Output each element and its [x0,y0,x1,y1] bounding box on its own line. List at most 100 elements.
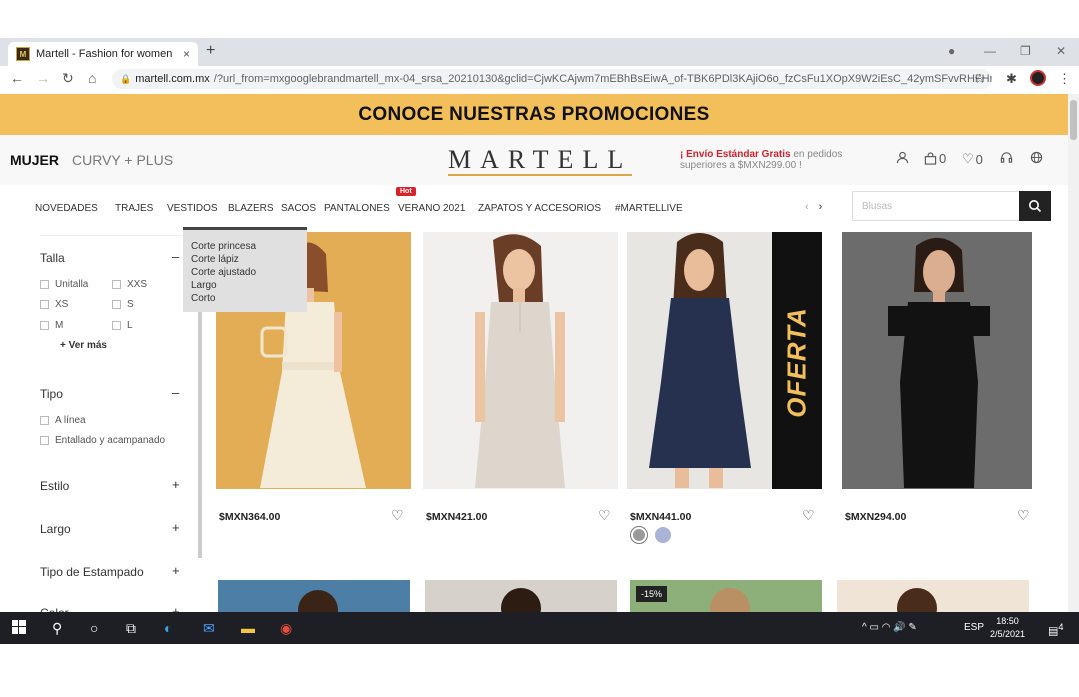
url-field[interactable]: 🔒 martell.com.mx/?url_from=mxgooglebrand… [112,69,992,89]
minimize-icon[interactable]: — [984,44,996,58]
chrome-icon[interactable]: ◉ [280,620,292,637]
filter-tipo-title[interactable]: Tipo [40,387,63,401]
nav-zapatos-accesorios[interactable]: ZAPATOS Y ACCESORIOS [478,203,601,214]
tipo-option[interactable]: Entallado y acampanado [40,435,165,446]
martell-favicon-icon: M [16,47,30,61]
dropdown-item-corte-ajustado[interactable]: Corte ajustado [191,266,299,279]
filter-estilo-title[interactable]: Estilo [40,479,69,493]
color-swatch-grey[interactable] [631,527,647,543]
forward-icon[interactable]: → [36,70,50,86]
filter-estilo-toggle[interactable]: + [172,477,180,492]
talla-option[interactable]: L [112,320,133,331]
checkbox[interactable] [112,280,121,289]
product-image[interactable]: OFERTA [627,232,822,489]
cart-button[interactable]: 0 [924,151,946,166]
checkbox[interactable] [40,436,49,445]
mail-icon[interactable]: ✉ [203,620,215,637]
nav-verano-2021[interactable]: VERANO 2021 [398,203,465,214]
nav-trajes[interactable]: TRAJES [115,203,153,214]
product-image-row2[interactable] [218,580,410,612]
search-input[interactable]: Blusas [852,191,1020,221]
checkbox[interactable] [40,280,49,289]
product-image-row2[interactable]: -15% [630,580,822,612]
talla-option[interactable]: Unitalla [40,279,88,290]
filter-estampado-title[interactable]: Tipo de Estampado [40,565,144,579]
url-host: martell.com.mx [135,73,210,85]
extensions-icon[interactable]: ✱ [1006,71,1017,87]
cortana-icon[interactable]: ○ [90,620,98,636]
product-image-row2[interactable] [837,580,1029,612]
talla-option[interactable]: S [112,299,134,310]
nav-martellive[interactable]: #MARTELLIVE [615,203,683,214]
checkbox[interactable] [40,300,49,309]
menu-kebab-icon[interactable]: ⋮ [1058,71,1071,87]
filter-largo-toggle[interactable]: + [172,520,180,535]
profile-dot-icon[interactable]: ● [948,44,955,58]
windows-start-icon[interactable] [12,620,26,637]
nav-vestidos[interactable]: VESTIDOS [167,203,218,214]
checkbox[interactable] [40,321,49,330]
product-image[interactable] [423,232,618,489]
checkbox[interactable] [112,321,121,330]
wishlist-heart-icon[interactable]: ♡ [1017,507,1030,524]
filter-largo-title[interactable]: Largo [40,522,71,536]
notification-icon[interactable]: ▤4 [1048,622,1064,638]
language-indicator[interactable]: ESP [964,622,984,633]
new-tab-button[interactable]: + [206,42,215,60]
tipo-option[interactable]: A línea [40,415,86,426]
account-icon[interactable] [896,151,909,164]
browser-tab[interactable]: M Martell - Fashion for women × [8,42,198,66]
profile-avatar[interactable] [1030,70,1046,86]
talla-option[interactable]: XS [40,299,68,310]
tab-close-icon[interactable]: × [183,47,190,61]
checkbox[interactable] [112,300,121,309]
dropdown-item-corte-lapiz[interactable]: Corte lápiz [191,253,299,266]
promo-banner[interactable]: CONOCE NUESTRAS PROMOCIONES [0,94,1068,135]
page-scrollbar[interactable] [1068,94,1079,612]
talla-option[interactable]: XXS [112,279,147,290]
nav-blazers[interactable]: BLAZERS [228,203,274,214]
segment-mujer[interactable]: MUJER [10,152,59,168]
nav-next-icon[interactable]: › [819,201,823,213]
search-icon[interactable]: ⚲ [52,620,62,637]
martell-logo[interactable]: MARTELL [448,147,633,176]
reload-icon[interactable]: ↻ [62,70,74,87]
talla-option[interactable]: M [40,320,63,331]
ver-mas-link[interactable]: + Ver más [60,340,107,351]
product-image[interactable] [842,232,1037,489]
filter-talla-title[interactable]: Talla [40,251,65,265]
back-icon[interactable]: ← [10,70,24,86]
segment-curvy-plus[interactable]: CURVY + PLUS [72,152,173,168]
nav-sacos[interactable]: SACOS [281,203,316,214]
filter-talla-toggle[interactable]: – [172,249,179,264]
tray-icons[interactable]: ^ ▭ ◠ 🔊 ✎ [862,622,917,633]
window-close-icon[interactable]: ✕ [1056,44,1066,58]
wishlist-heart-icon[interactable]: ♡ [802,507,815,524]
wishlist-heart-icon[interactable]: ♡ [598,507,611,524]
dropdown-item-largo[interactable]: Largo [191,279,299,292]
dropdown-item-corte-princesa[interactable]: Corte princesa [191,240,299,253]
search-button[interactable] [1019,191,1051,221]
checkbox[interactable] [40,416,49,425]
support-headset-icon[interactable] [1000,151,1013,164]
file-explorer-icon[interactable]: ▬ [241,620,255,636]
globe-icon[interactable] [1030,151,1043,164]
restore-icon[interactable]: ❐ [1020,44,1031,58]
filter-tipo-toggle[interactable]: – [172,385,179,400]
product-image-row2[interactable] [425,580,617,612]
task-view-icon[interactable]: ⧉ [126,620,136,637]
option-label: XS [55,299,69,310]
wishlist-button[interactable]: ♡ 0 [962,151,983,167]
filter-estampado-toggle[interactable]: + [172,563,180,578]
page-scrollbar-thumb[interactable] [1070,100,1077,140]
home-icon[interactable]: ⌂ [88,70,96,86]
bookmark-star-icon[interactable]: ☆ [974,71,986,87]
color-swatch-blue[interactable] [655,527,671,543]
dropdown-item-corto[interactable]: Corto [191,292,299,305]
nav-pantalones[interactable]: PANTALONES [324,203,390,214]
clock[interactable]: 18:50 2/5/2021 [990,615,1025,641]
wishlist-heart-icon[interactable]: ♡ [391,507,404,524]
edge-icon[interactable]: ◐ [164,620,172,636]
nav-novedades[interactable]: NOVEDADES [35,203,98,214]
nav-prev-icon[interactable]: ‹ [805,201,809,213]
